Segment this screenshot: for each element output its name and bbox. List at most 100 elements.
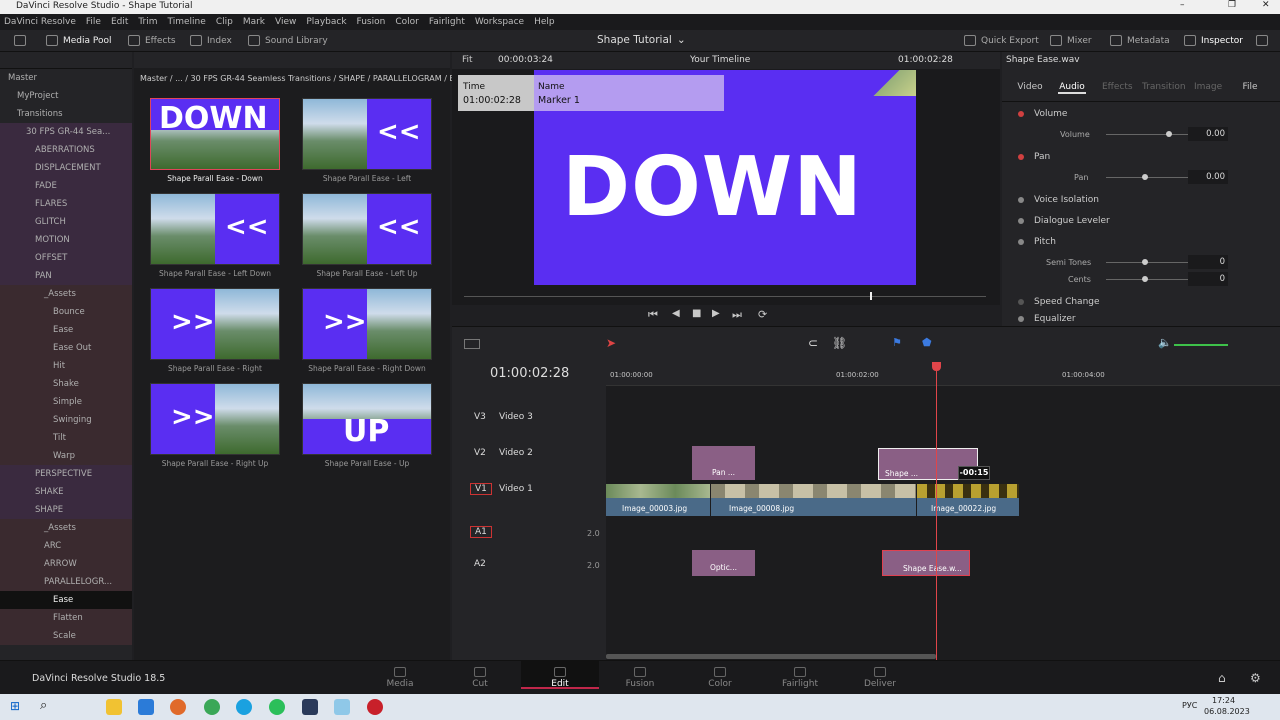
tab-image[interactable]: Image [1194,82,1222,92]
volume-icon[interactable]: 🔈 [1158,336,1172,349]
bin-item[interactable]: Flatten [0,609,132,627]
bin-item[interactable]: FLARES [0,195,132,213]
tab-file[interactable]: File [1236,82,1264,92]
marker-icon[interactable]: ⬟ [922,336,932,349]
page-media[interactable]: Media [361,667,439,689]
track-a1-id[interactable]: A1 [470,526,492,538]
page-cut[interactable]: Cut [441,667,519,689]
cents-value[interactable]: 0 [1188,272,1228,286]
voice-isolation-section[interactable]: Voice Isolation [1010,190,1272,210]
bin-item[interactable]: Ease [0,321,132,339]
davinci-taskbar-icon[interactable] [302,699,318,715]
bin-item[interactable]: Tilt [0,429,132,447]
playhead[interactable] [936,362,937,660]
speed-change-section[interactable]: Speed Change [1010,292,1272,312]
page-deliver[interactable]: Deliver [841,667,919,689]
prev-clip-icon[interactable]: ⏮ [648,308,658,322]
stop-icon[interactable]: ■ [692,308,701,319]
play-icon[interactable]: ▶ [712,308,720,319]
bin-item[interactable]: 30 FPS GR-44 Sea... [0,123,132,141]
whatsapp-icon[interactable] [269,699,285,715]
select-tool-icon[interactable]: ➤ [606,336,616,350]
video-clip-1[interactable]: Image_00003.jpg [606,484,710,516]
bin-item[interactable]: SHAKE [0,483,132,501]
bin-item[interactable]: PERSPECTIVE [0,465,132,483]
track-v1-id[interactable]: V1 [470,483,492,495]
zoom-select[interactable]: Fit [462,55,473,65]
clock-date[interactable]: 06.08.2023 [1204,707,1250,716]
clock-time[interactable]: 17:24 [1212,696,1235,705]
timeline-view-icon[interactable] [464,339,480,349]
page-fusion[interactable]: Fusion [601,667,679,689]
clip-thumbnail[interactable]: DOWN [150,98,280,170]
bin-item[interactable]: PARALLELOGR... [0,573,132,591]
clip-thumbnail[interactable]: >> [150,288,280,360]
collapse-icon[interactable] [1256,35,1268,46]
media-pool-button[interactable]: Media Pool [46,35,112,46]
settings-icon[interactable]: ⚙ [1250,671,1261,685]
mixer-button[interactable]: Mixer [1050,35,1092,46]
bin-item[interactable]: MyProject [0,87,132,105]
snapping-icon[interactable]: ⊂ [808,336,818,350]
timeline-ruler[interactable]: 01:00:00:00 01:00:02:00 01:00:04:00 [606,362,1280,386]
notes-icon[interactable] [334,699,350,715]
menu-davinci[interactable]: DaVinci Resolve [4,17,76,27]
bin-item[interactable]: Swinging [0,411,132,429]
minimize-button[interactable]: – [1180,0,1185,10]
link-icon[interactable]: ⛓ [832,336,847,350]
semitones-value[interactable]: 0 [1188,255,1228,269]
bin-item[interactable]: ARROW [0,555,132,573]
menu-fairlight[interactable]: Fairlight [429,17,465,27]
bin-item[interactable]: DISPLACEMENT [0,159,132,177]
menu-file[interactable]: File [86,17,101,27]
sound-library-button[interactable]: Sound Library [248,35,328,46]
page-color[interactable]: Color [681,667,759,689]
maximize-button[interactable]: ❐ [1228,0,1236,10]
firefox-icon[interactable] [170,699,186,715]
quick-export-button[interactable]: Quick Export [964,35,1039,46]
timeline-name[interactable]: Your Timeline [690,55,750,65]
bin-item[interactable]: Hit [0,357,132,375]
bin-item[interactable]: ARC [0,537,132,555]
tab-audio[interactable]: Audio [1058,82,1086,94]
video-clip-2[interactable]: Image_00008.jpg [711,484,916,516]
play-reverse-icon[interactable]: ◀ [672,308,680,319]
metadata-button[interactable]: Metadata [1110,35,1170,46]
calculator-icon[interactable] [138,699,154,715]
skype-icon[interactable] [236,699,252,715]
keyboard-language[interactable]: РУС [1182,701,1197,710]
clip-thumbnail[interactable]: UP [302,383,432,455]
page-edit[interactable]: Edit [521,661,599,689]
menu-help[interactable]: Help [534,17,555,27]
bin-item[interactable]: Master [0,69,132,87]
video-clip-3[interactable]: Image_00022.jpg [917,484,1019,516]
flag-icon[interactable]: ⚑ [892,336,902,349]
layout-icon[interactable] [14,35,26,46]
tab-transition[interactable]: Transition [1142,82,1186,92]
bin-item[interactable]: PAN [0,267,132,285]
loop-icon[interactable]: ⟳ [758,308,767,321]
bin-item[interactable]: Bounce [0,303,132,321]
menu-workspace[interactable]: Workspace [475,17,524,27]
bin-item[interactable]: Transitions [0,105,132,123]
bin-item[interactable]: GLITCH [0,213,132,231]
menu-view[interactable]: View [275,17,296,27]
home-icon[interactable]: ⌂ [1218,671,1226,685]
menu-fusion[interactable]: Fusion [357,17,386,27]
clip-thumbnail[interactable]: << [302,98,432,170]
chrome-icon[interactable] [204,699,220,715]
bin-item[interactable]: _Assets [0,285,132,303]
shape-audio-clip[interactable]: Shape Ease.w... [882,550,970,576]
menu-color[interactable]: Color [395,17,419,27]
bin-item[interactable]: FADE [0,177,132,195]
bin-item[interactable]: Shake [0,375,132,393]
volume-section[interactable]: Volume [1010,104,1272,124]
windows-start-icon[interactable]: ⊞ [10,699,20,713]
menu-clip[interactable]: Clip [216,17,233,27]
scrub-bar[interactable] [464,296,986,297]
bin-item[interactable]: MOTION [0,231,132,249]
clip-thumbnail[interactable]: >> [302,288,432,360]
bin-item[interactable]: Ease Out [0,339,132,357]
dialogue-leveler-section[interactable]: Dialogue Leveler [1010,211,1272,231]
optic-audio-clip[interactable]: Optic... [692,550,755,576]
